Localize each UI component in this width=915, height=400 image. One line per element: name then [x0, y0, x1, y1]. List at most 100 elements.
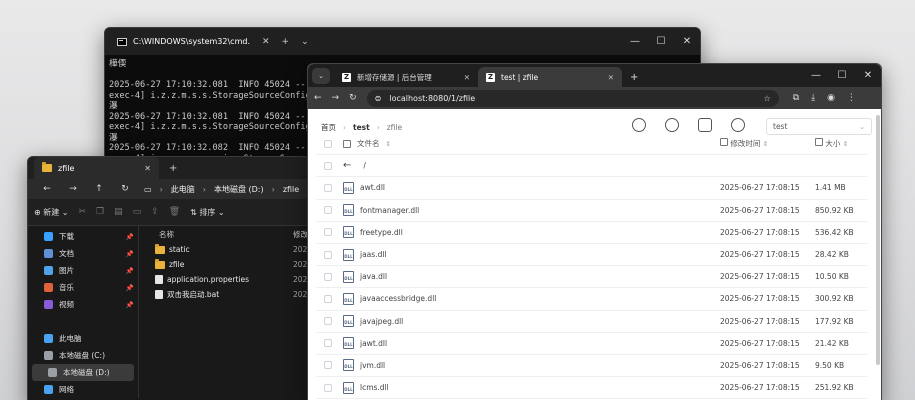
column-name-header[interactable]: 名称	[159, 229, 174, 240]
table-row[interactable]: DLL fontmanager.dll 2025-06-27 17:08:15 850…	[316, 200, 867, 222]
breadcrumb-item[interactable]: zfile	[283, 185, 299, 194]
share-icon[interactable]: ⇪	[151, 207, 159, 217]
menu-kebab-icon[interactable]: ⋮	[847, 93, 856, 103]
new-button[interactable]: ⊕ 新建 ⌄	[34, 207, 69, 218]
back-arrow-icon[interactable]: ←	[34, 184, 60, 194]
row-checkbox[interactable]	[324, 361, 332, 370]
back-arrow-icon[interactable]: ←	[314, 93, 322, 103]
table-row[interactable]: DLL javaaccessbridge.dll 2025-06-27 17:08:…	[316, 288, 867, 311]
image-icon[interactable]	[698, 118, 712, 132]
new-tab-button[interactable]: +	[630, 72, 638, 83]
paste-icon[interactable]: ▤	[114, 207, 123, 217]
row-checkbox[interactable]	[324, 161, 332, 170]
address-bar[interactable]: ⊜ localhost:8080/1/zfile ☆	[366, 89, 779, 107]
extensions-icon[interactable]: ⧉	[793, 93, 799, 103]
cut-icon[interactable]: ✂	[79, 207, 87, 217]
select-all-checkbox[interactable]	[324, 139, 332, 148]
file-name[interactable]: jaas.dll	[360, 250, 387, 259]
forward-arrow-icon[interactable]: →	[332, 93, 340, 103]
user-icon[interactable]	[632, 118, 646, 132]
breadcrumb-item[interactable]: 本地磁盘 (D:)	[214, 184, 264, 195]
sidebar-item[interactable]: 网络	[28, 381, 138, 398]
minimize-button[interactable]: —	[803, 64, 829, 87]
refresh-icon[interactable]: ↻	[112, 184, 138, 194]
sidebar-item[interactable]: 此电脑	[28, 330, 138, 347]
row-checkbox[interactable]	[324, 272, 332, 281]
maximize-button[interactable]: ☐	[829, 64, 855, 87]
list-item[interactable]: zfile2025	[139, 257, 309, 272]
row-checkbox[interactable]	[324, 383, 332, 392]
plus-icon[interactable]: +	[282, 37, 290, 47]
up-arrow-icon[interactable]: ↑	[86, 184, 112, 194]
breadcrumb-home[interactable]: 首页	[321, 122, 336, 133]
breadcrumb-drive[interactable]: test	[353, 123, 370, 132]
file-name[interactable]: java.dll	[360, 272, 387, 281]
file-name[interactable]: jawt.dll	[360, 339, 387, 348]
cmd-tab[interactable]: C:\WINDOWS\system32\cmd. ✕ + ⌄	[111, 28, 315, 55]
list-item[interactable]: static2025	[139, 242, 309, 257]
close-icon[interactable]: ✕	[144, 164, 151, 173]
delete-icon[interactable]: 🗑	[169, 207, 180, 217]
list-item[interactable]: 双击我启动.bat2025	[139, 287, 309, 302]
sort-button[interactable]: ⇅ 排序 ⌄	[190, 207, 225, 218]
file-name[interactable]: jvm.dll	[360, 361, 385, 370]
close-icon[interactable]: ✕	[262, 37, 270, 47]
bookmark-star-icon[interactable]: ☆	[763, 94, 770, 103]
file-name[interactable]: javaaccessbridge.dll	[360, 294, 436, 303]
gear-icon[interactable]	[731, 118, 745, 132]
sidebar-item[interactable]: 图片 📌	[28, 262, 138, 279]
address-bar[interactable]: ▭ › 此电脑 › 本地磁盘 (D:) › zfile	[144, 184, 299, 195]
forward-arrow-icon[interactable]: →	[60, 184, 86, 194]
file-name[interactable]: lcms.dll	[360, 383, 389, 392]
breadcrumb-item[interactable]: 此电脑	[171, 184, 195, 195]
explorer-tab[interactable]: zfile ✕	[34, 157, 159, 179]
close-button[interactable]: ✕	[674, 28, 700, 55]
download-icon[interactable]: ⤓	[811, 93, 815, 103]
sidebar-item[interactable]: 本地磁盘 (D:)	[32, 364, 134, 381]
sidebar-item[interactable]: 音乐 📌	[28, 279, 138, 296]
table-row[interactable]: DLL jvm.dll 2025-06-27 17:08:15 9.50 KB	[316, 355, 867, 378]
row-checkbox[interactable]	[324, 228, 332, 237]
column-size[interactable]: 大小 ⇕	[815, 138, 848, 149]
table-row[interactable]: DLL lcms.dll 2025-06-27 17:08:15 251.92 KB	[316, 377, 867, 400]
close-icon[interactable]: ✕	[464, 73, 470, 82]
rename-icon[interactable]: ▭	[133, 207, 142, 217]
close-icon[interactable]: ✕	[608, 73, 614, 82]
list-item[interactable]: application.properties2025	[139, 272, 309, 287]
site-info-icon[interactable]: ⊜	[375, 94, 382, 103]
file-name[interactable]: awt.dll	[360, 183, 385, 192]
file-name[interactable]: fontmanager.dll	[360, 206, 419, 215]
sidebar-item[interactable]: 下载 📌	[28, 228, 138, 245]
table-row[interactable]: DLL awt.dll 2025-06-27 17:08:15 1.41 MB	[316, 177, 867, 200]
tab-storage-admin[interactable]: Z 新增存储源 | 后台管理 ✕	[334, 67, 478, 87]
file-name[interactable]: javajpeg.dll	[360, 317, 403, 326]
tab-search-button[interactable]: ⌄	[312, 68, 330, 84]
close-button[interactable]: ✕	[855, 64, 881, 87]
cloud-upload-icon[interactable]	[665, 118, 679, 132]
row-checkbox[interactable]	[324, 183, 332, 192]
maximize-button[interactable]: ☐	[648, 28, 674, 55]
scrollbar[interactable]	[876, 115, 880, 365]
table-row[interactable]: DLL jaas.dll 2025-06-27 17:08:15 28.42 KB	[316, 244, 867, 267]
column-date-header[interactable]: 修改	[293, 229, 308, 240]
row-checkbox[interactable]	[324, 250, 332, 259]
column-name[interactable]: 文件名 ⇕	[343, 138, 391, 149]
sidebar-item[interactable]: 视频 📌	[28, 296, 138, 313]
parent-dir-row[interactable]: ← /	[316, 155, 867, 178]
table-row[interactable]: DLL java.dll 2025-06-27 17:08:15 10.50 KB	[316, 266, 867, 289]
copy-icon[interactable]: ❐	[96, 207, 104, 217]
tab-zfile[interactable]: Z test | zfile ✕	[478, 67, 622, 87]
row-checkbox[interactable]	[324, 206, 332, 215]
sidebar-item[interactable]: 文档 📌	[28, 245, 138, 262]
profile-icon[interactable]: ◉	[827, 93, 835, 103]
table-row[interactable]: DLL freetype.dll 2025-06-27 17:08:15 536.42…	[316, 222, 867, 244]
row-checkbox[interactable]	[324, 294, 332, 303]
table-row[interactable]: DLL javajpeg.dll 2025-06-27 17:08:15 177.92…	[316, 311, 867, 333]
row-checkbox[interactable]	[324, 339, 332, 348]
refresh-icon[interactable]: ↻	[349, 93, 357, 103]
file-name[interactable]: freetype.dll	[360, 228, 403, 237]
table-row[interactable]: DLL jawt.dll 2025-06-27 17:08:15 21.42 KB	[316, 333, 867, 355]
chevron-down-icon[interactable]: ⌄	[301, 37, 309, 47]
plus-icon[interactable]: +	[169, 163, 177, 174]
column-time[interactable]: 修改时间 ⇕	[720, 138, 768, 149]
